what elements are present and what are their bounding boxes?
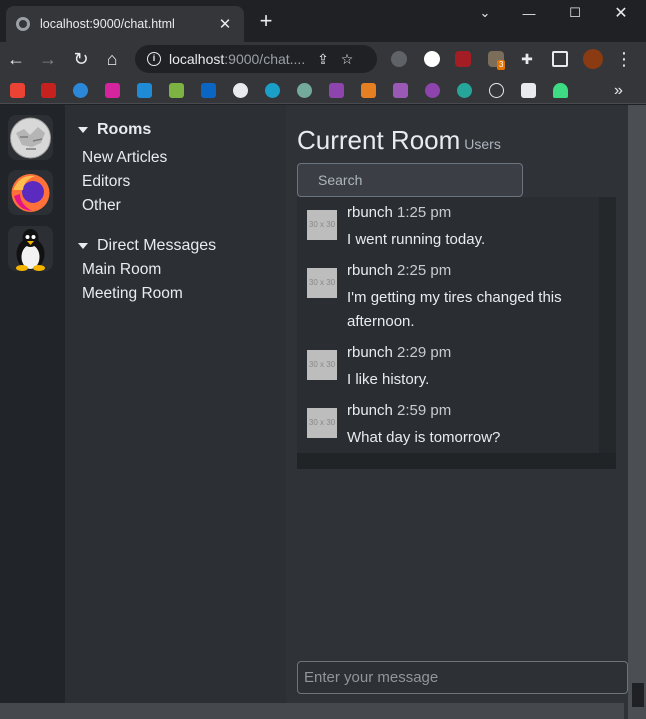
globe-icon (16, 17, 30, 31)
room-sidebar: Rooms New Articles Editors Other Direct … (65, 105, 286, 719)
new-tab-button[interactable]: + (255, 10, 277, 32)
app-launcher (0, 105, 65, 719)
bookmark-icon[interactable] (137, 83, 152, 98)
onedrive-icon[interactable] (73, 83, 88, 98)
chatgpt-icon[interactable] (297, 83, 312, 98)
info-icon[interactable]: i (147, 52, 161, 66)
notion-icon[interactable] (521, 83, 536, 98)
message-list[interactable]: 30 x 30 rbunch 1:25 pm I went running to… (297, 197, 616, 469)
direct-messages-header[interactable]: Direct Messages (78, 237, 216, 255)
sidebar-item-other[interactable]: Other (82, 197, 121, 215)
reload-icon[interactable]: ↻ (69, 47, 93, 71)
message-user: rbunch (347, 204, 393, 221)
profile-avatar[interactable] (583, 49, 603, 69)
avatar: 30 x 30 (307, 268, 337, 298)
extension-badge-icon[interactable]: 3 (488, 51, 506, 70)
checkmark-icon[interactable] (169, 83, 184, 98)
gauge-icon[interactable] (457, 83, 472, 98)
side-panel-icon[interactable] (552, 51, 568, 67)
page-title: Current Room Users (297, 125, 501, 156)
sidebar-item-editors[interactable]: Editors (82, 173, 130, 191)
message-meta: rbunch 2:29 pm (347, 344, 451, 361)
ublock-icon[interactable] (455, 51, 471, 67)
home-icon[interactable]: ⌂ (100, 47, 124, 71)
message-time: 2:29 pm (397, 344, 452, 361)
message-meta: rbunch 1:25 pm (347, 204, 451, 221)
close-tab-icon[interactable]: ✕ (216, 15, 234, 33)
page-scrollbar[interactable] (628, 105, 646, 719)
message-meta: rbunch 2:25 pm (347, 262, 451, 279)
message-user: rbunch (347, 344, 393, 361)
room-title-text: Current Room (297, 125, 461, 155)
minimize-button[interactable]: — (506, 0, 552, 26)
puzzle-icon[interactable]: ✚ (519, 51, 535, 67)
avatar: 30 x 30 (307, 350, 337, 380)
direct-messages-header-label: Direct Messages (97, 237, 217, 254)
avatar: 30 x 30 (307, 210, 337, 240)
android-icon[interactable] (553, 83, 568, 98)
title-bar: localhost:9000/chat.html ✕ + ⌄ — ☐ ✕ (0, 0, 646, 42)
gmail-icon[interactable] (41, 83, 56, 98)
firefox-icon[interactable] (8, 170, 53, 215)
bookmarks-bar: » (0, 76, 646, 104)
caret-down-icon (78, 127, 88, 133)
users-link[interactable]: Users (464, 136, 501, 152)
browser-tab[interactable]: localhost:9000/chat.html ✕ (6, 6, 244, 42)
message-text: What day is tomorrow? (347, 429, 501, 446)
star-icon[interactable]: ☆ (335, 51, 359, 68)
compass-icon[interactable] (489, 83, 504, 98)
sidebar-item-main-room[interactable]: Main Room (82, 261, 161, 279)
message-horizontal-scrollbar[interactable] (297, 453, 616, 469)
linkedin-icon[interactable] (201, 83, 216, 98)
chat-app: Rooms New Articles Editors Other Direct … (0, 105, 646, 719)
message-time: 1:25 pm (397, 204, 452, 221)
horizontal-scrollbar[interactable] (0, 703, 624, 719)
scrollbar-thumb[interactable] (632, 683, 644, 707)
app-icon[interactable] (425, 83, 440, 98)
message-text: I'm getting my tires changed this aftern… (347, 289, 562, 330)
message-user: rbunch (347, 262, 393, 279)
tab-search-chevron-icon[interactable]: ⌄ (462, 0, 508, 26)
wikipedia-icon[interactable] (8, 115, 53, 160)
menu-icon[interactable]: ⋮ (612, 47, 636, 71)
message-text: I went running today. (347, 231, 486, 248)
message-meta: rbunch 2:59 pm (347, 402, 451, 419)
forward-icon[interactable]: → (36, 47, 60, 71)
rooms-header[interactable]: Rooms (78, 121, 151, 139)
message-time: 2:25 pm (397, 262, 452, 279)
more-bookmarks-icon[interactable]: » (614, 83, 629, 99)
chat-main: Current Room Users Search 30 x 30 rbunch … (286, 105, 628, 719)
search-input[interactable]: Search (297, 163, 523, 197)
share-icon[interactable]: ⇪ (311, 51, 335, 68)
gmail-icon[interactable] (10, 83, 25, 98)
bot-icon[interactable] (393, 83, 408, 98)
layers-icon[interactable] (361, 83, 376, 98)
message-input[interactable]: Enter your message (297, 661, 628, 694)
shortcut-icon[interactable] (329, 83, 344, 98)
sidebar-item-new-articles[interactable]: New Articles (82, 149, 167, 167)
message-scrollbar[interactable] (599, 197, 616, 453)
back-icon[interactable]: ← (4, 47, 28, 71)
message-time: 2:59 pm (397, 402, 452, 419)
avatar: 30 x 30 (307, 408, 337, 438)
rooms-header-label: Rooms (97, 121, 152, 138)
address-bar[interactable]: i localhost:9000/chat.... ⇪ ☆ (135, 45, 377, 73)
message-user: rbunch (347, 402, 393, 419)
browser-toolbar: ← → ↻ ⌂ i localhost:9000/chat.... ⇪ ☆ 3 … (0, 42, 646, 76)
extension-circle-icon[interactable] (424, 51, 440, 67)
linux-tux-icon[interactable] (8, 226, 53, 271)
tab-title: localhost:9000/chat.html (40, 17, 175, 31)
caret-down-icon (78, 243, 88, 249)
message-text: I like history. (347, 371, 430, 388)
close-window-button[interactable]: ✕ (598, 0, 644, 26)
github-icon[interactable] (233, 83, 248, 98)
instagram-icon[interactable] (105, 83, 120, 98)
extension-spy-icon[interactable] (391, 51, 407, 67)
sidebar-item-meeting-room[interactable]: Meeting Room (82, 285, 183, 303)
react-icon[interactable] (265, 83, 280, 98)
url-text[interactable]: localhost:9000/chat.... (169, 51, 311, 67)
maximize-button[interactable]: ☐ (552, 0, 598, 26)
